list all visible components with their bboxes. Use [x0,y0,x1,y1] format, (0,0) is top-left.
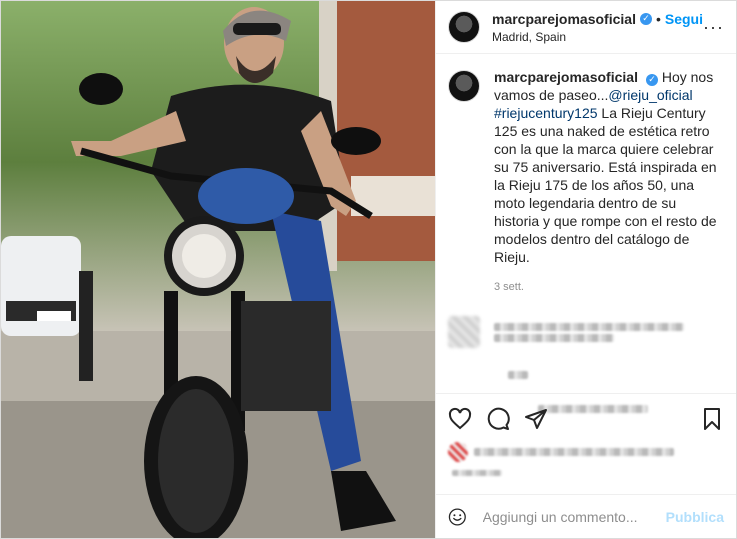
author-username[interactable]: marcparejomasoficial [492,11,636,27]
blurred-text [508,371,528,379]
separator-dot: • [655,10,661,27]
blurred-comment [448,368,724,382]
blurred-comment [448,316,724,348]
heart-icon[interactable] [448,407,472,431]
caption-mention-link[interactable]: @rieju_oficial [608,87,692,103]
blurred-text [494,333,614,342]
photo-illustration [1,1,435,538]
verified-badge-icon: ✓ [645,73,658,86]
bookmark-icon[interactable] [700,407,724,431]
post-caption: marcparejomasoficial ✓ Hoy nos vamos de p… [448,68,724,296]
caption-text-end: La Rieju Century 125 es una naked de est… [494,105,717,265]
post-location[interactable]: Madrid, Spain [492,30,703,44]
comment-input[interactable] [480,507,666,526]
verified-badge-icon: ✓ [639,12,652,25]
likes-row [448,442,724,462]
more-options-icon[interactable]: ··· [703,17,724,38]
smiley-icon[interactable] [448,504,467,530]
blurred-liker-avatar [448,442,468,462]
caption-time[interactable]: 3 sett. [494,278,724,296]
caption-avatar[interactable] [448,70,480,102]
caption-hashtag-link[interactable]: #riejucentury125 [494,105,598,121]
post-sidebar: marcparejomasoficial ✓ • Segui Madrid, S… [435,1,736,538]
author-row: marcparejomasoficial ✓ • Segui [492,11,703,27]
instagram-post: marcparejomasoficial ✓ • Segui Madrid, S… [0,0,737,539]
paper-plane-icon[interactable] [524,407,548,431]
follow-button[interactable]: Segui [665,11,703,27]
post-actions [436,393,736,479]
blurred-avatar [448,316,480,348]
caption-body: marcparejomasoficial ✓ Hoy nos vamos de p… [494,68,724,296]
author-avatar[interactable] [448,11,480,43]
comment-icon[interactable] [486,407,510,431]
blurred-post-date [452,470,502,476]
blurred-text [494,322,684,331]
publish-button[interactable]: Pubblica [666,509,724,525]
add-comment-bar: Pubblica [436,494,736,538]
post-header: marcparejomasoficial ✓ • Segui Madrid, S… [436,1,736,54]
author-info: marcparejomasoficial ✓ • Segui Madrid, S… [492,11,703,44]
post-photo[interactable] [1,1,435,538]
caption-username[interactable]: marcparejomasoficial [494,69,638,85]
comments-section: marcparejomasoficial ✓ Hoy nos vamos de p… [436,54,736,413]
blurred-likes-text [474,448,674,456]
action-icons [448,402,724,436]
